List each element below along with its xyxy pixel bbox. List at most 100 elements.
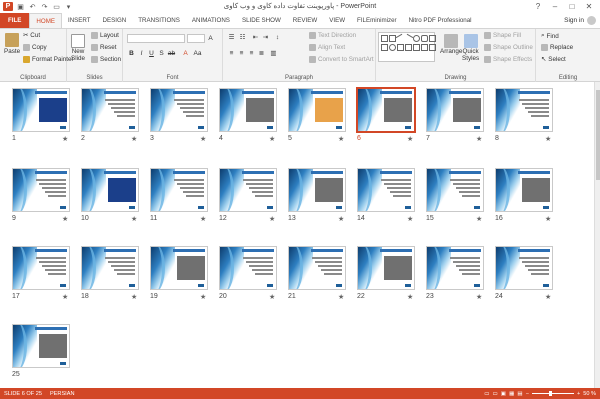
text-direction-button[interactable]: Text Direction	[309, 32, 356, 39]
font-name-input[interactable]	[127, 34, 185, 43]
scrollbar-thumb[interactable]	[596, 90, 600, 180]
shape-brace-icon[interactable]	[413, 44, 420, 51]
align-center-icon[interactable]: ≡	[237, 49, 246, 58]
tab-slide-show[interactable]: SLIDE SHOW	[236, 13, 287, 28]
normal-view-icon[interactable]: ▣	[501, 391, 506, 397]
bullets-icon[interactable]: ☰	[227, 33, 236, 42]
zoom-slider[interactable]	[531, 391, 574, 396]
slide-thumbnail[interactable]	[356, 87, 416, 133]
slide-thumbnail[interactable]	[495, 246, 553, 290]
slide-thumbnail[interactable]	[150, 168, 208, 212]
transition-star-icon[interactable]: ★	[200, 135, 206, 143]
transition-star-icon[interactable]: ★	[269, 215, 275, 223]
slide-thumbnail[interactable]	[12, 168, 70, 212]
transition-star-icon[interactable]: ★	[476, 293, 482, 301]
shape-more-icon[interactable]	[429, 44, 436, 51]
replace-button[interactable]: Replace	[541, 44, 573, 51]
slide-thumbnail[interactable]	[219, 168, 277, 212]
shape-outline-button[interactable]: Shape Outline	[484, 44, 533, 51]
tab-nitro-pdf[interactable]: Nitro PDF Professional	[403, 13, 478, 28]
slide-thumbnail[interactable]	[150, 246, 208, 290]
zoom-level[interactable]: 50 %	[583, 391, 596, 397]
reset-button[interactable]: Reset	[91, 44, 116, 51]
minimize-button[interactable]: –	[550, 2, 560, 11]
transition-star-icon[interactable]: ★	[62, 135, 68, 143]
avatar[interactable]	[587, 16, 596, 25]
cut-button[interactable]: ✂ Cut	[23, 32, 40, 39]
zoom-in-icon[interactable]: +	[577, 391, 580, 397]
font-color-icon[interactable]: A	[181, 49, 190, 58]
transition-star-icon[interactable]: ★	[131, 293, 137, 301]
shape-right-arrow-icon[interactable]	[421, 44, 428, 51]
quick-styles-button[interactable]: Quick Styles	[462, 34, 479, 62]
tab-fileminimizer[interactable]: FILEminimizer	[351, 13, 403, 28]
sign-in-label[interactable]: Sign in	[564, 13, 584, 28]
shape-rounded-rect-icon[interactable]	[421, 35, 428, 42]
layout-button[interactable]: Layout	[91, 32, 119, 39]
transition-star-icon[interactable]: ★	[476, 135, 482, 143]
transition-star-icon[interactable]: ★	[407, 215, 413, 223]
help-button[interactable]: ?	[533, 2, 543, 11]
decrease-indent-icon[interactable]: ⇤	[251, 33, 260, 42]
align-text-button[interactable]: Align Text	[309, 44, 345, 51]
zoom-slider-thumb[interactable]	[548, 391, 552, 396]
transition-star-icon[interactable]: ★	[269, 135, 275, 143]
transition-star-icon[interactable]: ★	[545, 215, 551, 223]
transition-star-icon[interactable]: ★	[476, 215, 482, 223]
select-button[interactable]: ↖ Select	[541, 56, 566, 63]
tab-view[interactable]: VIEW	[323, 13, 351, 28]
slide-thumbnail[interactable]	[426, 246, 484, 290]
transition-star-icon[interactable]: ★	[338, 135, 344, 143]
transition-star-icon[interactable]: ★	[269, 293, 275, 301]
transition-star-icon[interactable]: ★	[131, 215, 137, 223]
shape-arrow-icon[interactable]	[403, 33, 414, 44]
transition-star-icon[interactable]: ★	[545, 293, 551, 301]
slide-thumbnail[interactable]	[426, 168, 484, 212]
zoom-out-icon[interactable]: −	[526, 391, 529, 397]
transition-star-icon[interactable]: ★	[131, 135, 137, 143]
shape-textbox-icon[interactable]	[389, 35, 396, 42]
slide-sorter-view-icon[interactable]: ▦	[509, 391, 514, 397]
transition-star-icon[interactable]: ★	[338, 215, 344, 223]
tab-animations[interactable]: ANIMATIONS	[186, 13, 236, 28]
clear-formatting-icon[interactable]: Aa	[193, 49, 202, 58]
underline-button[interactable]: U	[147, 49, 156, 58]
slide-thumbnail[interactable]	[219, 246, 277, 290]
slide-thumbnail[interactable]	[357, 168, 415, 212]
copy-button[interactable]: Copy	[23, 44, 47, 51]
transition-star-icon[interactable]: ★	[338, 293, 344, 301]
tab-file[interactable]: FILE	[0, 13, 30, 28]
shape-star-icon[interactable]	[397, 44, 404, 51]
comments-icon[interactable]: ▭	[493, 391, 498, 397]
shape-fill-button[interactable]: Shape Fill	[484, 32, 521, 39]
transition-star-icon[interactable]: ★	[62, 215, 68, 223]
justify-icon[interactable]: ≣	[257, 49, 266, 58]
paste-button[interactable]: Paste	[4, 33, 20, 55]
slide-thumbnail[interactable]	[357, 246, 415, 290]
transition-star-icon[interactable]: ★	[200, 215, 206, 223]
slide-thumbnail[interactable]	[288, 168, 346, 212]
new-slide-button[interactable]: New Slide	[71, 34, 85, 62]
notes-icon[interactable]: ▭	[484, 391, 489, 397]
tab-design[interactable]: DESIGN	[97, 13, 133, 28]
transition-star-icon[interactable]: ★	[407, 135, 413, 143]
convert-smartart-button[interactable]: Convert to SmartArt	[309, 56, 374, 63]
slide-thumbnail[interactable]	[12, 324, 70, 368]
shape-effects-button[interactable]: Shape Effects	[484, 56, 532, 63]
transition-star-icon[interactable]: ★	[545, 135, 551, 143]
tab-home[interactable]: HOME	[29, 13, 62, 28]
slide-thumbnail[interactable]	[426, 88, 484, 132]
font-size-input[interactable]	[187, 34, 205, 43]
transition-star-icon[interactable]: ★	[200, 293, 206, 301]
shape-circle-icon[interactable]	[389, 44, 396, 51]
vertical-scrollbar[interactable]	[594, 82, 600, 388]
shape-callout-icon[interactable]	[405, 44, 412, 51]
slide-thumbnail[interactable]	[81, 88, 139, 132]
shape-rectangle-icon[interactable]	[381, 35, 388, 42]
tab-transitions[interactable]: TRANSITIONS	[132, 13, 186, 28]
slide-thumbnail[interactable]	[288, 88, 346, 132]
numbering-icon[interactable]: ☷	[238, 33, 247, 42]
slide-thumbnail[interactable]	[495, 88, 553, 132]
slide-thumbnail[interactable]	[288, 246, 346, 290]
find-button[interactable]: ⌕ Find	[541, 32, 559, 40]
